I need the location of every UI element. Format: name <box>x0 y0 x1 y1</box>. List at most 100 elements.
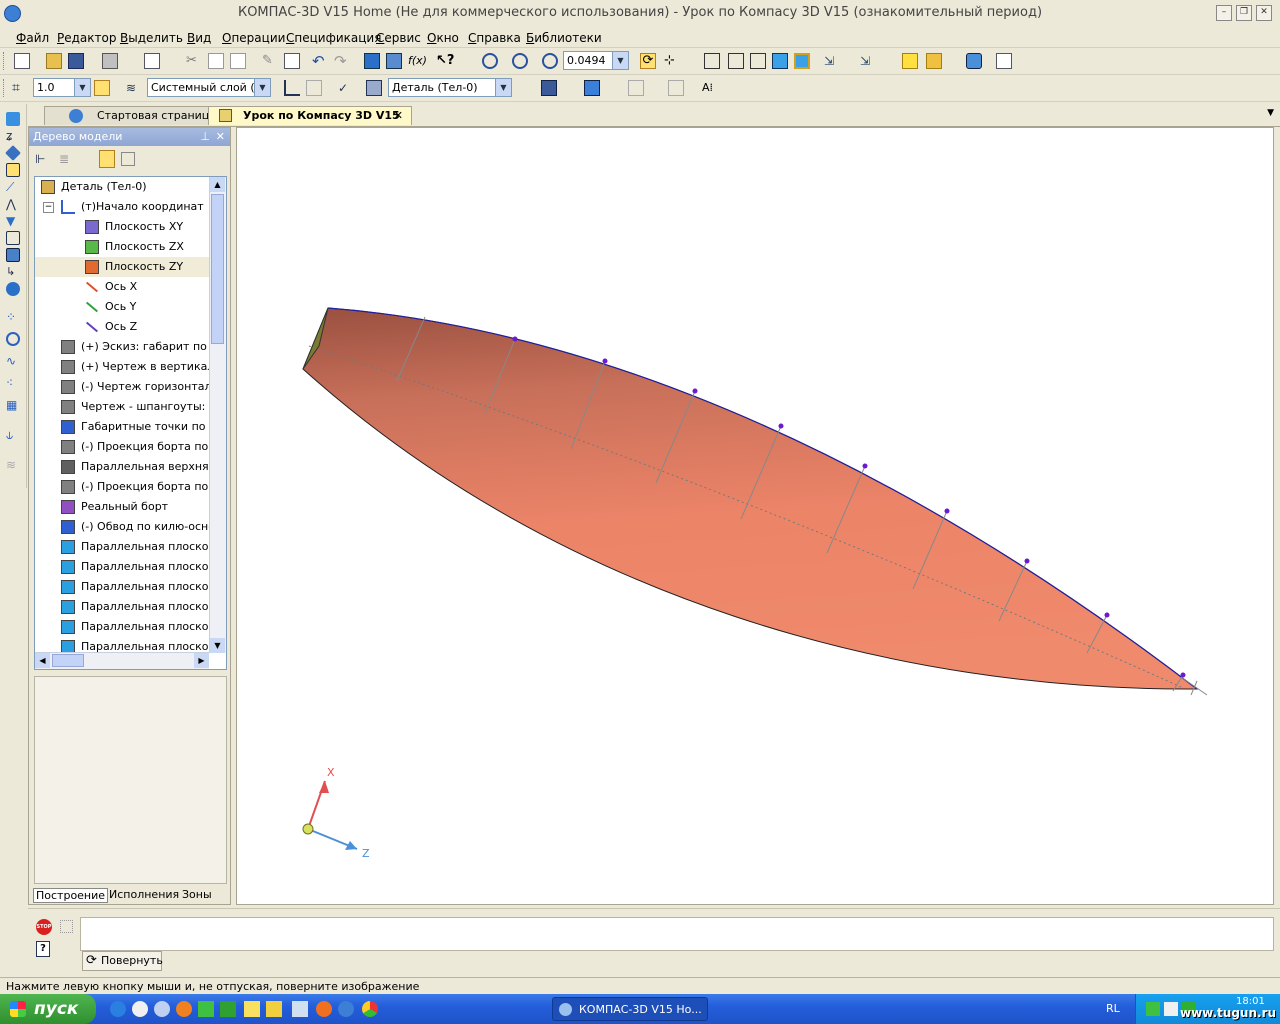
blender-icon[interactable] <box>316 1001 332 1017</box>
points-array-icon[interactable]: ⁘ <box>6 310 20 324</box>
collapse-icon[interactable]: − <box>43 202 54 213</box>
media-player-icon[interactable] <box>132 1001 148 1017</box>
scroll-left-icon[interactable]: ◀ <box>35 653 50 668</box>
paste-icon[interactable] <box>230 53 246 69</box>
tab-versions[interactable]: Исполнения <box>109 888 179 901</box>
orientation-icon[interactable] <box>902 53 918 69</box>
toolbar-grip[interactable] <box>3 52 7 70</box>
tree-order-icon[interactable]: ≣ <box>59 152 73 166</box>
start-button[interactable]: пуск <box>0 994 96 1024</box>
edit-sketch-icon[interactable] <box>306 80 322 96</box>
scroll-thumb[interactable] <box>211 194 224 344</box>
menu-specification[interactable]: Спецификация <box>286 31 381 45</box>
local-cs-icon[interactable]: ⌗ <box>12 80 28 96</box>
tree-item[interactable]: (-) Проекция борта по б <box>35 477 219 497</box>
tree-item[interactable]: Плоскость XY <box>35 217 209 237</box>
section-icon[interactable] <box>926 53 942 69</box>
tree-item[interactable]: Реальный борт <box>35 497 209 517</box>
tree-item[interactable]: Параллельная плоскост <box>35 577 221 597</box>
help-pointer-icon[interactable]: ↖? <box>436 53 454 69</box>
close-button[interactable]: ✕ <box>1256 5 1272 21</box>
function-icon[interactable]: f(x) <box>408 53 427 69</box>
specification-icon[interactable] <box>6 231 20 245</box>
surfaces-icon[interactable] <box>5 145 21 161</box>
rotate-command-tab[interactable]: ⟳ Повернуть <box>82 951 163 971</box>
details-icon[interactable] <box>6 112 20 126</box>
tree-item[interactable]: Плоскость ZY <box>35 257 209 277</box>
mcp-icon[interactable] <box>628 80 644 96</box>
zoom-window-icon[interactable] <box>482 53 498 69</box>
measure-icon[interactable] <box>6 282 20 296</box>
tree-item[interactable]: Параллельная плоскост <box>35 617 221 637</box>
step-combo[interactable]: 1.0 ▼ <box>33 78 91 97</box>
maximize-button[interactable]: ❐ <box>1236 5 1252 21</box>
kompas-launcher-icon[interactable] <box>338 1001 354 1017</box>
spline-icon[interactable]: ∿ <box>6 354 20 368</box>
tab-lesson-document[interactable]: Урок по Компасу 3D V15 ✕ <box>208 106 412 125</box>
utorrent-icon[interactable] <box>220 1001 236 1017</box>
print-preview-icon[interactable] <box>144 53 160 69</box>
menu-file[interactable]: Файл <box>16 31 49 45</box>
undo-icon[interactable]: ↶ <box>312 53 328 69</box>
tree-item[interactable]: (+) Чертеж в вертикалы <box>35 357 223 377</box>
skype-icon[interactable] <box>154 1001 170 1017</box>
tree-item[interactable]: (-) Обвод по килю-осно <box>35 517 215 537</box>
tree-item[interactable]: Ось Z <box>35 317 209 337</box>
help-icon[interactable]: ? <box>36 941 50 957</box>
part-combo[interactable]: Деталь (Тел-0) ▼ <box>388 78 512 97</box>
tree-item[interactable]: (+) Эскиз: габарит по в <box>35 337 217 357</box>
shaded-edges-icon[interactable] <box>794 53 810 69</box>
firefox-icon[interactable] <box>176 1001 192 1017</box>
tab-close-icon[interactable]: ✕ <box>394 107 403 125</box>
pan-icon[interactable]: ⊹ <box>664 53 680 69</box>
menu-service[interactable]: Сервис <box>376 31 421 45</box>
copy-icon[interactable] <box>208 53 224 69</box>
material-icon[interactable] <box>541 80 557 96</box>
scroll-thumb[interactable] <box>52 654 84 667</box>
hidden-lines-icon[interactable] <box>728 53 744 69</box>
scroll-up-icon[interactable]: ▲ <box>210 177 225 192</box>
library-icon[interactable] <box>966 53 982 69</box>
language-indicator[interactable]: RL <box>1106 1002 1120 1015</box>
menu-operations[interactable]: Операции <box>222 31 285 45</box>
color-icon[interactable] <box>584 80 600 96</box>
explorer-icon[interactable] <box>266 1001 282 1017</box>
tree-vertical-scrollbar[interactable]: ▲ ▼ <box>209 177 226 653</box>
bom-icon[interactable] <box>668 80 684 96</box>
parametric-icon[interactable]: ✓ <box>338 80 354 96</box>
command-input-area[interactable] <box>80 917 1274 951</box>
redo-icon[interactable]: ↷ <box>334 53 350 69</box>
tab-start-page[interactable]: Стартовая страница <box>44 106 224 125</box>
menu-editor[interactable]: Редактор <box>57 31 116 45</box>
tree-item[interactable]: Параллельная верхняя <box>35 457 215 477</box>
minimize-button[interactable]: – <box>1216 5 1232 21</box>
zoom-fit-icon[interactable] <box>512 53 528 69</box>
ortho-mode-icon[interactable] <box>94 80 110 96</box>
ie-icon[interactable] <box>110 1001 126 1017</box>
snap-icon[interactable]: ⇲ <box>860 53 876 69</box>
save-icon[interactable] <box>68 53 84 69</box>
scroll-down-icon[interactable]: ▼ <box>210 638 225 653</box>
dimensions-icon[interactable]: ⋀ <box>6 197 20 211</box>
tree-item[interactable]: Габаритные точки по ки <box>35 417 223 437</box>
tree-item[interactable]: Чертеж - шпангоуты: <box>35 397 209 417</box>
zoom-scale-combo[interactable]: 0.0494 ▼ <box>563 51 629 70</box>
report-icon[interactable] <box>996 53 1012 69</box>
tree-item[interactable]: Плоскость ZX <box>35 237 209 257</box>
tree-item[interactable]: (-) Проекция борта по <box>35 437 209 457</box>
layer-combo[interactable]: Системный слой (0) ▼ <box>147 78 271 97</box>
menu-view[interactable]: Вид <box>187 31 211 45</box>
chevron-down-icon[interactable]: ▼ <box>254 79 270 96</box>
zoom-in-icon[interactable] <box>542 53 558 69</box>
tree-item[interactable]: Деталь (Тел-0) <box>35 177 209 197</box>
text-style-icon[interactable]: A⁞ <box>702 80 718 96</box>
variables-icon[interactable] <box>386 53 402 69</box>
properties-icon[interactable] <box>284 53 300 69</box>
wireframe-icon[interactable] <box>704 53 720 69</box>
tree-item[interactable]: (-) Чертеж горизонталь <box>35 377 218 397</box>
notepad-icon[interactable] <box>244 1001 260 1017</box>
stop-icon[interactable]: STOP <box>36 919 52 935</box>
part-selector-icon[interactable] <box>366 80 382 96</box>
tree-item[interactable]: Ось Y <box>35 297 209 317</box>
shaded-icon[interactable] <box>772 53 788 69</box>
